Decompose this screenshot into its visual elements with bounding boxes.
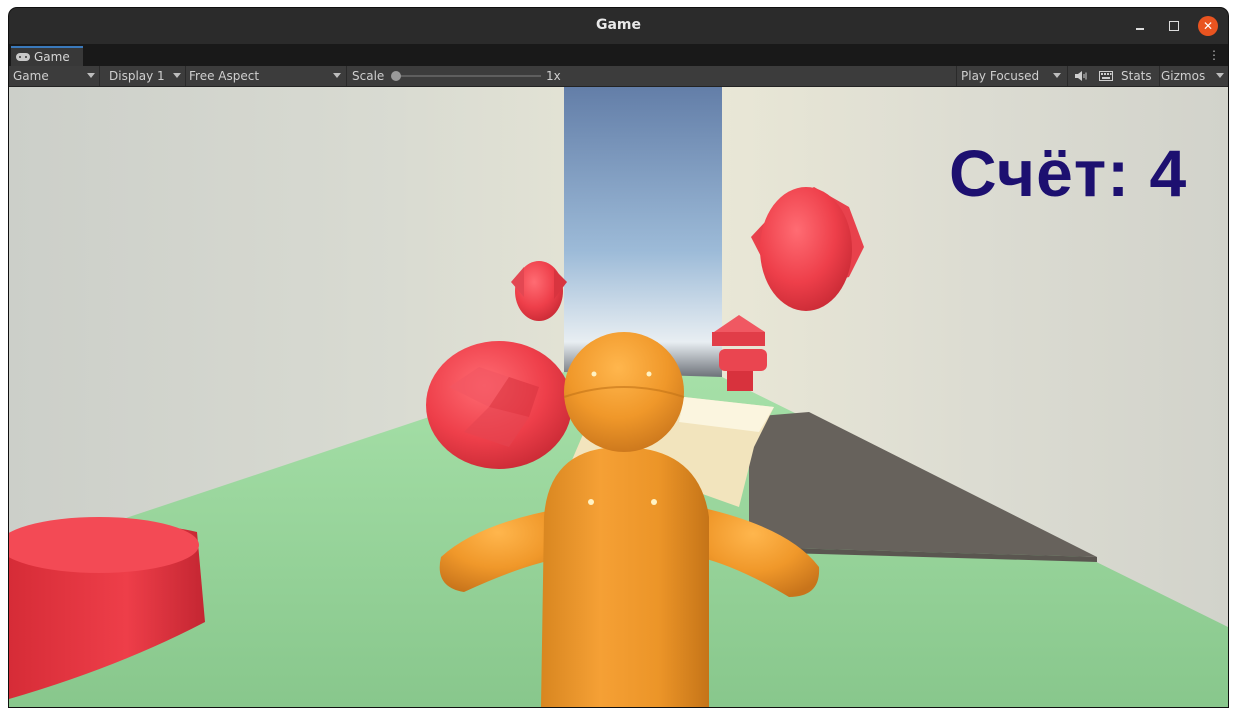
minimize-icon	[1136, 28, 1144, 30]
shortcut-keyboard-button[interactable]	[1095, 66, 1117, 86]
chevron-down-icon	[333, 73, 341, 78]
game-window: Game ✕ Game ⋮ Game Display 1 Free Aspect…	[9, 8, 1228, 707]
keyboard-icon	[1099, 71, 1113, 81]
close-button[interactable]: ✕	[1198, 16, 1218, 36]
gizmos-button[interactable]: Gizmos	[1157, 66, 1207, 86]
maximize-icon	[1169, 21, 1179, 31]
chevron-down-icon	[87, 73, 95, 78]
view-mode-dropdown[interactable]: Game	[9, 66, 99, 86]
play-mode-dropdown[interactable]: Play Focused	[957, 66, 1065, 86]
scale-value: 1x	[546, 69, 561, 83]
more-options-icon[interactable]: ⋮	[1208, 48, 1220, 62]
speaker-icon	[1075, 71, 1087, 81]
tab-game[interactable]: Game	[11, 46, 83, 66]
game-toolbar: Game Display 1 Free Aspect Scale 1x Play…	[9, 66, 1228, 87]
chevron-down-icon	[1053, 73, 1061, 78]
chevron-down-icon	[173, 73, 181, 78]
aspect-label: Free Aspect	[189, 69, 260, 83]
window-title: Game	[595, 17, 642, 33]
minimize-button[interactable]	[1130, 16, 1150, 36]
stats-label: Stats	[1121, 69, 1152, 83]
score-display: Счёт: 4	[949, 136, 1188, 210]
close-icon: ✕	[1202, 19, 1214, 33]
gizmos-dropdown[interactable]	[1209, 66, 1228, 86]
maximize-button[interactable]	[1164, 16, 1184, 36]
display-label: Display 1	[109, 69, 165, 83]
scale-slider-thumb[interactable]	[391, 71, 401, 81]
display-dropdown[interactable]: Display 1	[105, 66, 185, 86]
divider	[99, 66, 100, 86]
play-mode-label: Play Focused	[961, 69, 1040, 83]
view-mode-label: Game	[13, 69, 49, 83]
chevron-down-icon	[1216, 73, 1224, 78]
divider	[346, 66, 347, 86]
game-viewport[interactable]: Счёт: 4	[9, 87, 1228, 707]
scale-slider-track[interactable]	[396, 75, 541, 77]
mute-audio-button[interactable]	[1069, 66, 1093, 86]
stats-button[interactable]: Stats	[1117, 66, 1161, 86]
title-bar: Game ✕	[9, 8, 1228, 44]
tab-label: Game	[34, 50, 70, 64]
scale-label: Scale	[352, 69, 385, 83]
tab-strip: Game ⋮	[9, 44, 1228, 66]
divider	[1067, 66, 1068, 86]
gizmos-label: Gizmos	[1161, 69, 1206, 83]
red-sphere-large	[426, 341, 572, 469]
gamepad-icon	[16, 53, 30, 61]
aspect-dropdown[interactable]: Free Aspect	[185, 66, 345, 86]
